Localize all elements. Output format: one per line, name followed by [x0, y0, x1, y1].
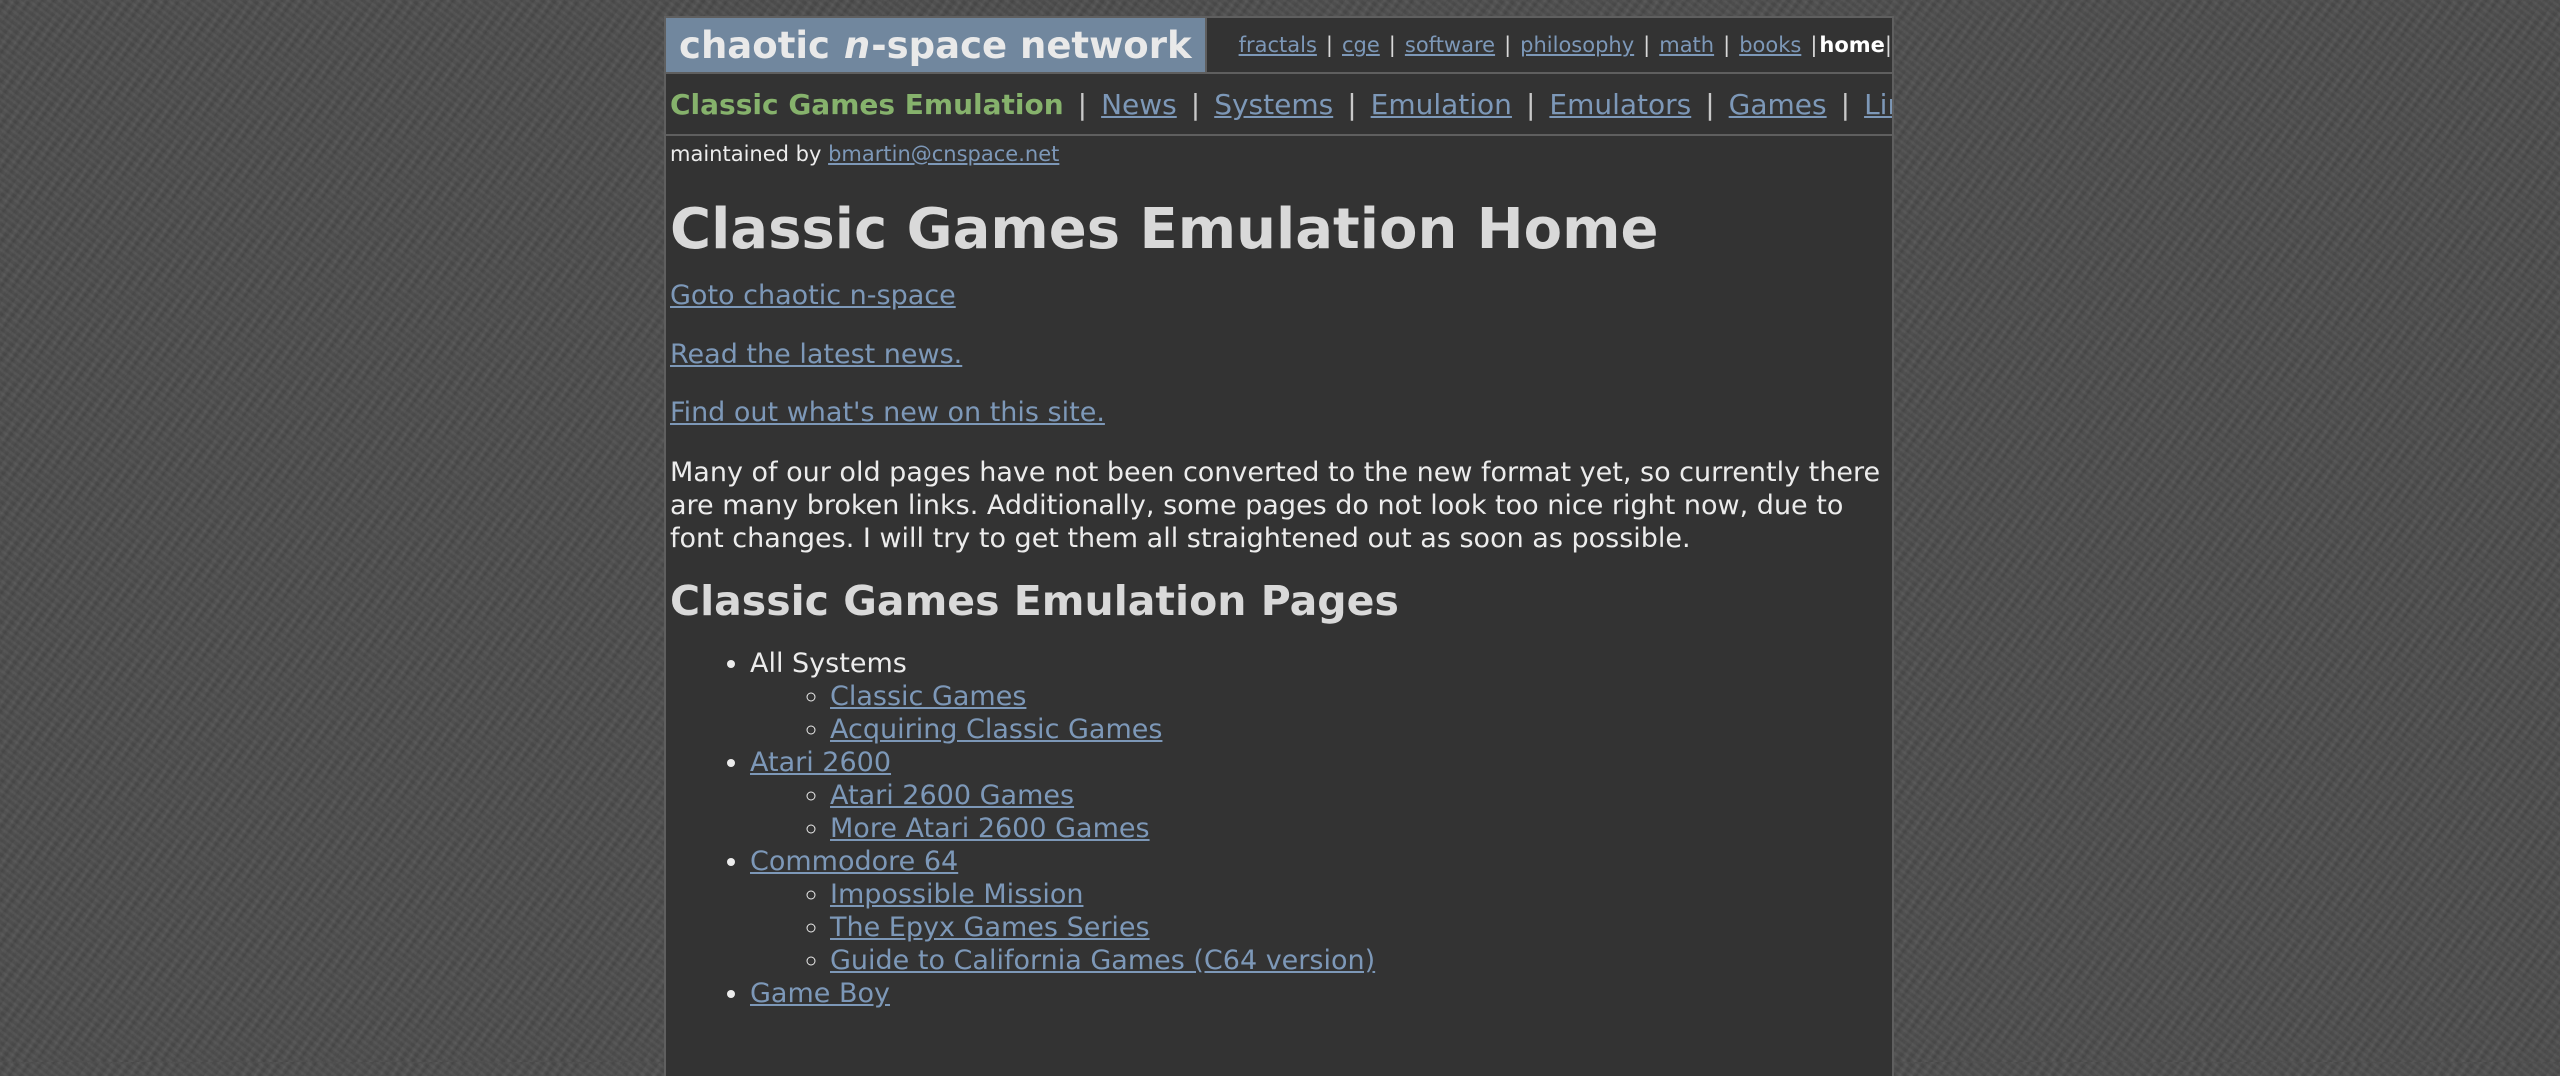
game-boy-link[interactable]: Game Boy [750, 978, 890, 1009]
list-item: Impossible Mission [830, 878, 1888, 911]
section-nav-emulation[interactable]: Emulation [1371, 88, 1512, 121]
latest-news-link[interactable]: Read the latest news. [670, 339, 962, 370]
sublist: Classic Games Acquiring Classic Games [750, 680, 1888, 746]
goto-chaotic-link[interactable]: Goto chaotic n-space [670, 280, 956, 311]
classic-games-link[interactable]: Classic Games [830, 681, 1026, 712]
atari-2600-games-link[interactable]: Atari 2600 Games [830, 780, 1074, 811]
maintained-label: maintained by [670, 142, 822, 166]
maintainer-line: maintained by bmartin@cnspace.net [670, 142, 1888, 166]
list-item: The Epyx Games Series [830, 911, 1888, 944]
top-nav-math[interactable]: math [1659, 33, 1714, 57]
list-item: Guide to California Games (C64 version) [830, 944, 1888, 977]
list-item: Classic Games [830, 680, 1888, 713]
top-nav-software[interactable]: software [1405, 33, 1495, 57]
list-item: Atari 2600 Atari 2600 Games More Atari 2… [750, 746, 1888, 845]
top-nav-cge[interactable]: cge [1342, 33, 1380, 57]
site-header: chaotic n -space network fractals | cge |… [666, 18, 1892, 74]
whatsnew-paragraph: Find out what's new on this site. [670, 397, 1888, 429]
top-nav-books[interactable]: books [1739, 33, 1801, 57]
section-title: Classic Games Emulation [670, 87, 1064, 121]
nav-separator: | [1884, 33, 1892, 57]
maintainer-email-link[interactable]: bmartin@cnspace.net [828, 142, 1059, 166]
section-nav-games[interactable]: Games [1729, 88, 1827, 121]
page-container: chaotic n -space network fractals | cge |… [664, 16, 1894, 1076]
top-nav-home-current: home [1819, 33, 1885, 57]
goto-paragraph: Goto chaotic n-space [670, 280, 1888, 312]
nav-separator: | [1504, 33, 1512, 57]
nav-separator: | [1643, 33, 1651, 57]
brand-text-n: n [843, 23, 871, 67]
sublist: Atari 2600 Games More Atari 2600 Games [750, 779, 1888, 845]
section-separator: | [1347, 87, 1357, 121]
brand-text-pre: chaotic [679, 23, 843, 67]
notice-text: Many of our old pages have not been conv… [670, 456, 1881, 554]
list-item: All Systems Classic Games Acquiring Clas… [750, 647, 1888, 746]
more-atari-2600-games-link[interactable]: More Atari 2600 Games [830, 813, 1150, 844]
brand-text-post: -space network [871, 23, 1192, 67]
top-nav: fractals | cge | software | philosophy |… [1207, 18, 1892, 72]
section-separator: | [1077, 87, 1088, 121]
nav-separator: | [1325, 33, 1333, 57]
list-item: Game Boy [750, 977, 1888, 1010]
main-content: maintained by bmartin@cnspace.net Classi… [666, 142, 1892, 1010]
atari-2600-link[interactable]: Atari 2600 [750, 747, 891, 778]
page-title: Classic Games Emulation Home [670, 197, 1659, 262]
top-nav-philosophy[interactable]: philosophy [1520, 33, 1634, 57]
acquiring-classic-games-link[interactable]: Acquiring Classic Games [830, 714, 1162, 745]
site-logo[interactable]: chaotic n -space network [666, 18, 1207, 72]
section-nav-emulators[interactable]: Emulators [1549, 88, 1691, 121]
section-separator: | [1190, 87, 1201, 121]
news-paragraph: Read the latest news. [670, 339, 1888, 371]
list-item: Commodore 64 Impossible Mission The Epyx… [750, 845, 1888, 977]
section-nav-links[interactable]: Links [1864, 88, 1892, 121]
nav-separator: | [1810, 33, 1818, 57]
whats-new-link[interactable]: Find out what's new on this site. [670, 397, 1105, 428]
top-nav-fractals[interactable]: fractals [1239, 33, 1317, 57]
nav-separator: | [1388, 33, 1396, 57]
section-nav: Classic Games Emulation | News | Systems… [666, 74, 1892, 136]
nav-separator: | [1723, 33, 1731, 57]
section-nav-systems[interactable]: Systems [1214, 88, 1333, 121]
list-item: Atari 2600 Games [830, 779, 1888, 812]
pages-heading: Classic Games Emulation Pages [670, 576, 1399, 625]
section-separator: | [1840, 87, 1851, 121]
list-item: More Atari 2600 Games [830, 812, 1888, 845]
impossible-mission-link[interactable]: Impossible Mission [830, 879, 1083, 910]
epyx-games-series-link[interactable]: The Epyx Games Series [830, 912, 1150, 943]
section-separator: | [1705, 87, 1715, 121]
sublist: Impossible Mission The Epyx Games Series… [750, 878, 1888, 977]
section-separator: | [1525, 87, 1536, 121]
list-item: Acquiring Classic Games [830, 713, 1888, 746]
section-nav-news[interactable]: News [1101, 88, 1177, 121]
all-systems-label: All Systems [750, 647, 907, 679]
pages-list: All Systems Classic Games Acquiring Clas… [670, 647, 1888, 1010]
california-games-guide-link[interactable]: Guide to California Games (C64 version) [830, 945, 1375, 976]
commodore-64-link[interactable]: Commodore 64 [750, 846, 958, 877]
